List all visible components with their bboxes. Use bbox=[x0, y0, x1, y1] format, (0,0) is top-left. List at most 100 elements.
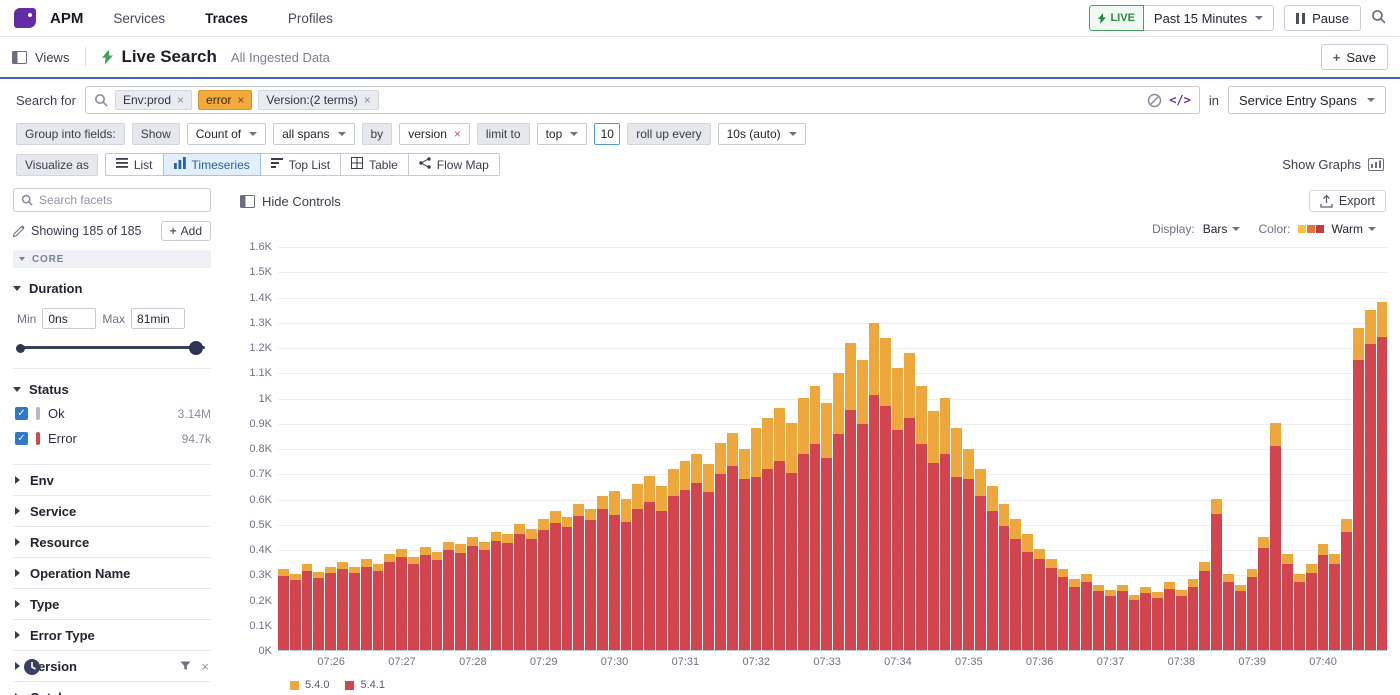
slider-handle-max[interactable] bbox=[189, 341, 203, 355]
remove-facet-filter-icon[interactable]: × bbox=[201, 659, 209, 674]
checkbox-ok[interactable]: ✓ bbox=[15, 407, 28, 420]
status-facet: Status ✓Ok3.14M✓Error94.7k bbox=[13, 369, 211, 465]
save-button[interactable]: + Save bbox=[1321, 44, 1388, 70]
chevron-down-icon bbox=[1255, 16, 1263, 20]
visualize-option-label: Timeseries bbox=[192, 158, 250, 172]
y-tick-label: 1.2K bbox=[249, 342, 272, 354]
bar-9 bbox=[384, 247, 395, 650]
live-badge[interactable]: LIVE bbox=[1089, 5, 1143, 31]
bar-segment-5-4-0 bbox=[762, 418, 773, 469]
bar-segment-5-4-0 bbox=[1318, 544, 1329, 555]
views-panel-icon[interactable] bbox=[12, 51, 27, 64]
bar-segment-5-4-0 bbox=[1211, 499, 1222, 514]
facet-type[interactable]: Type bbox=[13, 589, 211, 620]
bar-segment-5-4-1 bbox=[443, 550, 454, 650]
bar-segment-5-4-0 bbox=[975, 469, 986, 496]
bar-76 bbox=[1176, 247, 1187, 650]
legend-item-5-4-0[interactable]: 5.4.0 bbox=[290, 679, 329, 691]
add-facet-button[interactable]: + Add bbox=[161, 221, 211, 241]
pause-icon bbox=[1296, 13, 1305, 24]
duration-min-input[interactable] bbox=[42, 308, 96, 329]
facet-resource[interactable]: Resource bbox=[13, 527, 211, 558]
bar-segment-5-4-1 bbox=[691, 483, 702, 650]
search-chip-error[interactable]: error× bbox=[198, 90, 252, 110]
export-button[interactable]: Export bbox=[1309, 190, 1386, 212]
group-row: Group into fields: Show Count of all spa… bbox=[16, 123, 1386, 145]
bar-segment-5-4-1 bbox=[396, 557, 407, 650]
core-section-header[interactable]: CORE bbox=[13, 250, 211, 268]
facet-error-type[interactable]: Error Type bbox=[13, 620, 211, 651]
top-bottom-value: top bbox=[546, 127, 563, 141]
time-range-select[interactable]: Past 15 Minutes bbox=[1144, 5, 1274, 31]
chip-remove-icon[interactable]: × bbox=[177, 94, 184, 106]
legend-swatch bbox=[345, 681, 354, 690]
nav-item-profiles[interactable]: Profiles bbox=[288, 11, 333, 26]
chip-remove-icon[interactable]: × bbox=[237, 94, 244, 106]
bar-24 bbox=[562, 247, 573, 650]
showing-row: Showing 185 of 185 + Add bbox=[13, 221, 211, 241]
duration-max-input[interactable] bbox=[131, 308, 185, 329]
bar-segment-5-4-1 bbox=[1093, 591, 1104, 650]
code-mode-icon[interactable]: </> bbox=[1169, 93, 1191, 107]
datadog-logo-icon[interactable] bbox=[14, 8, 36, 28]
status-facet-header[interactable]: Status bbox=[13, 378, 211, 401]
facet-operation-name[interactable]: Operation Name bbox=[13, 558, 211, 589]
facet-version[interactable]: Version× bbox=[13, 651, 211, 682]
swatch-color bbox=[1298, 225, 1306, 233]
chip-remove-icon[interactable]: × bbox=[364, 94, 371, 106]
hide-controls-button[interactable]: Hide Controls bbox=[240, 194, 341, 209]
bar-67 bbox=[1069, 247, 1080, 650]
color-select[interactable]: Warm bbox=[1298, 222, 1376, 236]
slider-handle-min[interactable] bbox=[16, 344, 25, 353]
pause-button[interactable]: Pause bbox=[1284, 5, 1361, 31]
search-chip-env-prod[interactable]: Env:prod× bbox=[115, 90, 192, 110]
duration-range-slider[interactable] bbox=[17, 340, 207, 355]
facet-env[interactable]: Env bbox=[13, 465, 211, 496]
plot-area[interactable] bbox=[278, 247, 1388, 651]
rollup-label: roll up every bbox=[627, 123, 710, 145]
status-row-error: ✓Error94.7k bbox=[13, 426, 211, 451]
search-query-input[interactable]: Env:prod× error× Version:(2 terms)× </> bbox=[85, 86, 1200, 114]
edit-facets-icon[interactable] bbox=[13, 225, 25, 237]
remove-group-by-icon[interactable]: × bbox=[454, 128, 461, 140]
clear-query-icon[interactable] bbox=[1147, 93, 1162, 108]
visualize-option-flow-map[interactable]: Flow Map bbox=[408, 153, 500, 176]
show-graphs-toggle[interactable]: Show Graphs bbox=[1282, 157, 1384, 172]
filter-funnel-icon[interactable] bbox=[180, 659, 191, 674]
visualize-option-list[interactable]: List bbox=[105, 153, 164, 176]
bar-segment-5-4-0 bbox=[1353, 328, 1364, 360]
global-search-icon[interactable] bbox=[1371, 9, 1386, 27]
group-by-chip[interactable]: version × bbox=[399, 123, 470, 145]
bar-segment-5-4-0 bbox=[550, 511, 561, 522]
bar-segment-5-4-1 bbox=[1199, 571, 1210, 650]
bar-78 bbox=[1199, 247, 1210, 650]
limit-count-input[interactable] bbox=[594, 123, 620, 145]
checkbox-error[interactable]: ✓ bbox=[15, 432, 28, 445]
facet-service[interactable]: Service bbox=[13, 496, 211, 527]
top-bottom-select[interactable]: top bbox=[537, 123, 588, 145]
legend-item-5-4-1[interactable]: 5.4.1 bbox=[345, 679, 384, 691]
bar-segment-5-4-1 bbox=[349, 573, 360, 650]
bar-segment-5-4-0 bbox=[502, 534, 513, 543]
duration-facet-header[interactable]: Duration bbox=[13, 277, 211, 300]
bar-71 bbox=[1117, 247, 1128, 650]
visualize-option-table[interactable]: Table bbox=[340, 153, 409, 176]
bar-segment-5-4-1 bbox=[1306, 573, 1317, 650]
search-chip-version-2-terms-[interactable]: Version:(2 terms)× bbox=[258, 90, 378, 110]
measure-select[interactable]: Count of bbox=[187, 123, 266, 145]
rollup-select[interactable]: 10s (auto) bbox=[718, 123, 806, 145]
facet-search-input[interactable] bbox=[39, 193, 203, 207]
chevron-down-icon bbox=[249, 132, 257, 136]
span-kind-select[interactable]: all spans bbox=[273, 123, 354, 145]
visualize-option-timeseries[interactable]: Timeseries bbox=[163, 153, 261, 176]
y-tick-label: 1K bbox=[259, 393, 272, 405]
bar-segment-5-4-1 bbox=[1034, 559, 1045, 650]
visualize-option-top-list[interactable]: Top List bbox=[260, 153, 341, 176]
span-scope-select[interactable]: Service Entry Spans bbox=[1228, 86, 1386, 114]
facet-catalog-app[interactable]: Catalog_app bbox=[13, 682, 211, 695]
nav-item-services[interactable]: Services bbox=[113, 11, 165, 26]
display-select[interactable]: Bars bbox=[1203, 222, 1241, 236]
views-link[interactable]: Views bbox=[35, 50, 69, 65]
nav-item-traces[interactable]: Traces bbox=[205, 11, 248, 26]
search-icon bbox=[21, 194, 33, 206]
